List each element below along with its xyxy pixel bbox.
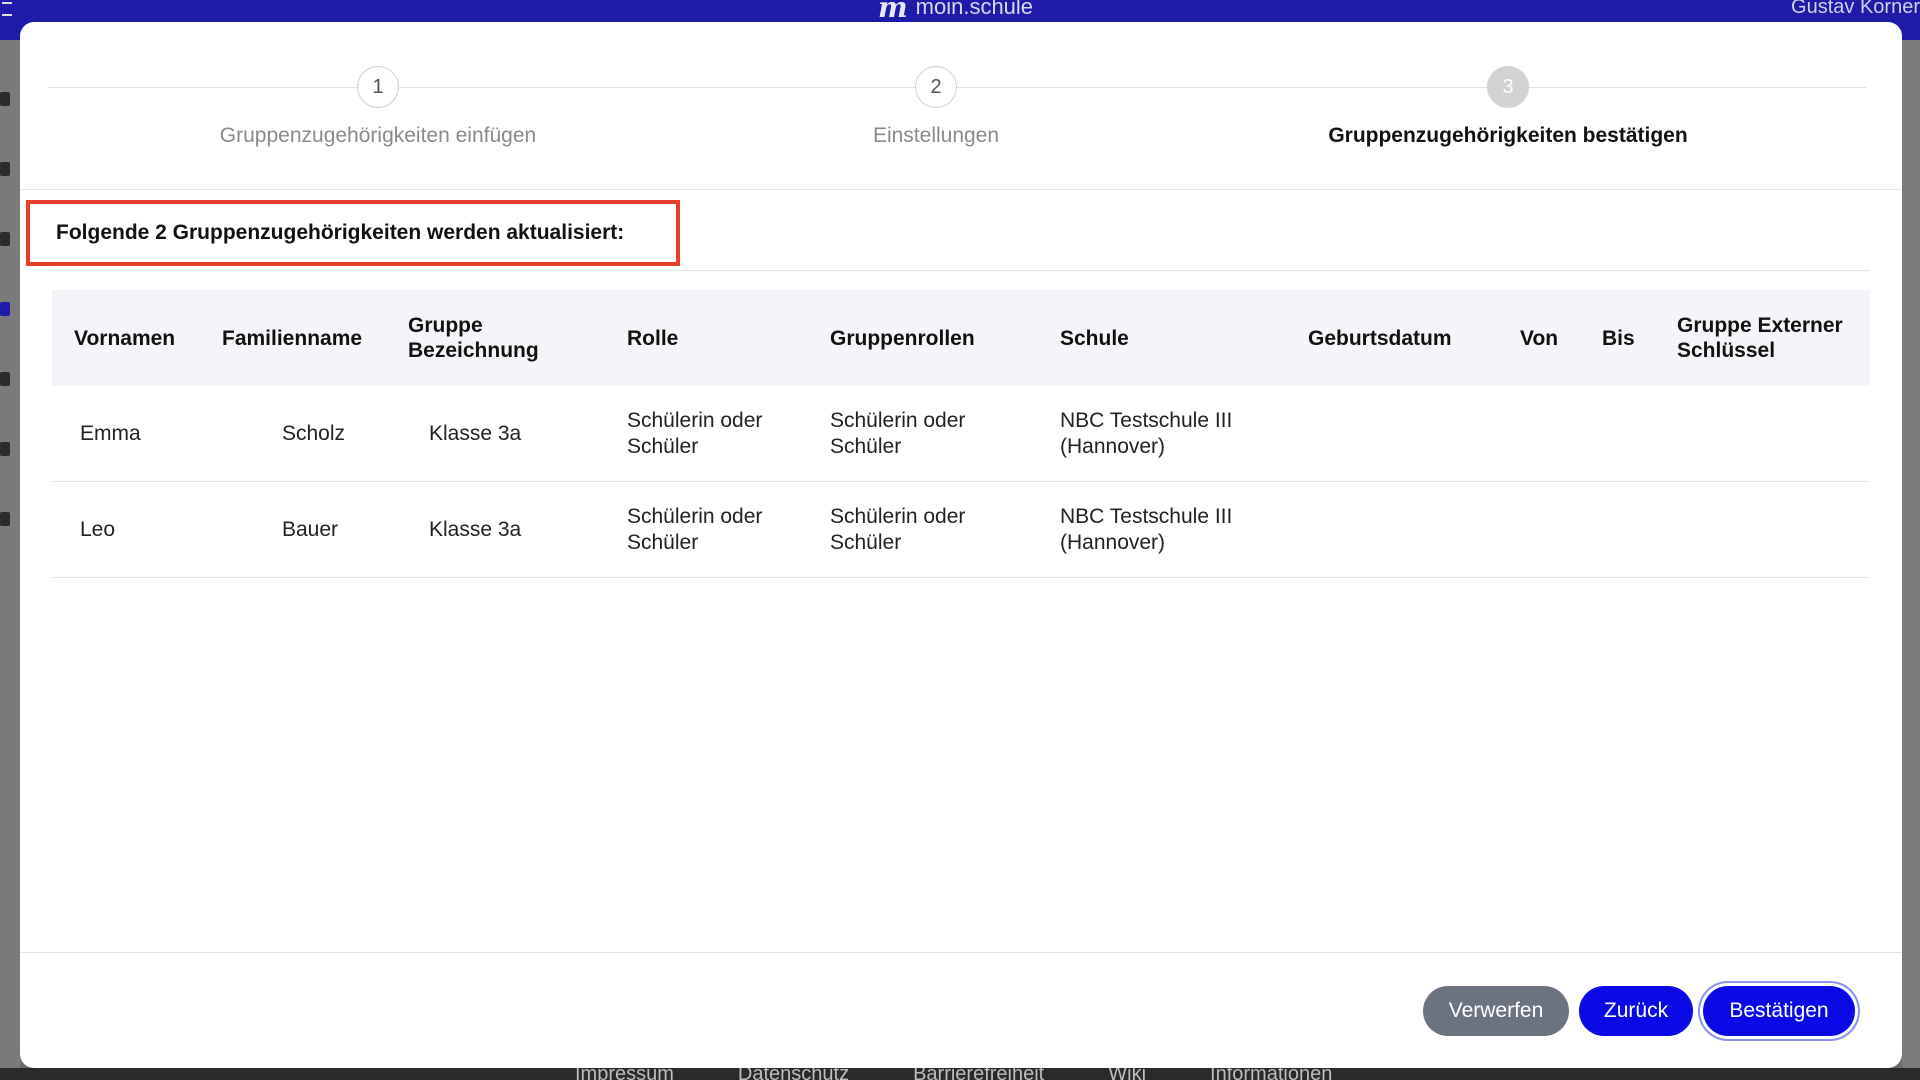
cell-rolle: Schülerin oder Schüler: [627, 505, 763, 554]
layers-icon[interactable]: [0, 442, 10, 456]
update-summary-heading: Folgende 2 Gruppenzugehörigkeiten werden…: [26, 200, 680, 266]
groups-icon[interactable]: [0, 302, 10, 316]
step-2-label: Einstellungen: [872, 124, 1000, 147]
table-row: Emma Scholz Klasse 3a Schülerin oder Sch…: [52, 386, 1870, 482]
home-icon[interactable]: [0, 92, 10, 106]
column-header-vornamen[interactable]: Vornamen: [74, 290, 214, 386]
user-name[interactable]: Gustav Korner: [1791, 0, 1920, 19]
column-header-familienname[interactable]: Familienname: [222, 290, 402, 386]
book-icon[interactable]: [0, 512, 10, 526]
logo-mark-icon: m: [878, 0, 908, 24]
step-1-label: Gruppenzugehörigkeiten einfügen: [219, 124, 537, 147]
confirm-button[interactable]: Bestätigen: [1703, 986, 1855, 1036]
cell-schule: NBC Testschule III (Hannover): [1060, 505, 1233, 554]
confirm-dialog: 1 Gruppenzugehörigkeiten einfügen 2 Eins…: [20, 22, 1902, 1068]
dialog-footer-divider: [20, 952, 1902, 953]
column-header-schule[interactable]: Schule: [1060, 290, 1220, 386]
cell-schule: NBC Testschule III (Hannover): [1060, 409, 1233, 458]
footer-link-informationen[interactable]: Informationen: [1210, 1067, 1332, 1080]
step-1: 1 Gruppenzugehörigkeiten einfügen: [98, 66, 658, 148]
memberships-table: Vornamen Familienname Gruppe Bezeichnung…: [52, 290, 1870, 578]
cell-rolle: Schülerin oder Schüler: [627, 409, 763, 458]
step-3-label: Gruppenzugehörigkeiten bestätigen: [1328, 124, 1688, 147]
footer-links: Impressum Datenschutz Barrierefreiheit W…: [575, 1067, 1332, 1080]
cell-gruppe: Klasse 3a: [429, 518, 522, 541]
cell-familienname: Bauer: [282, 518, 339, 541]
sidebar: [0, 40, 20, 1070]
step-1-number: 1: [357, 66, 399, 108]
column-header-rolle[interactable]: Rolle: [627, 290, 767, 386]
users-icon[interactable]: [0, 232, 10, 246]
column-header-externer-schluessel[interactable]: Gruppe Externer Schlüssel: [1677, 290, 1862, 386]
person-icon[interactable]: [0, 162, 10, 176]
cell-vorname: Leo: [80, 518, 116, 541]
step-2-number: 2: [915, 66, 957, 108]
table-header: Vornamen Familienname Gruppe Bezeichnung…: [52, 290, 1870, 386]
discard-button[interactable]: Verwerfen: [1423, 986, 1569, 1036]
step-3: 3 Gruppenzugehörigkeiten bestätigen: [1228, 66, 1788, 148]
stepper: 1 Gruppenzugehörigkeiten einfügen 2 Eins…: [20, 22, 1902, 190]
footer-link-datenschutz[interactable]: Datenschutz: [738, 1067, 849, 1080]
cell-gruppe: Klasse 3a: [429, 422, 522, 445]
page-footer: Impressum Datenschutz Barrierefreiheit W…: [0, 1067, 1920, 1080]
column-header-geburtsdatum[interactable]: Geburtsdatum: [1308, 290, 1478, 386]
cell-vorname: Emma: [80, 422, 141, 445]
cell-gruppenrollen: Schülerin oder Schüler: [830, 409, 966, 458]
column-header-gruppe-bezeichnung[interactable]: Gruppe Bezeichnung: [408, 290, 558, 386]
back-button[interactable]: Zurück: [1579, 986, 1693, 1036]
footer-link-impressum[interactable]: Impressum: [575, 1067, 674, 1080]
cell-gruppenrollen: Schülerin oder Schüler: [830, 505, 966, 554]
column-header-gruppenrollen[interactable]: Gruppenrollen: [830, 290, 1030, 386]
app-logo[interactable]: m moin.schule: [878, 0, 1034, 24]
logo-text: moin.schule: [915, 0, 1034, 19]
column-header-bis[interactable]: Bis: [1602, 290, 1652, 386]
page-background-edge: [1902, 40, 1920, 1068]
school-icon[interactable]: [0, 372, 10, 386]
cell-familienname: Scholz: [282, 422, 346, 445]
column-header-von[interactable]: Von: [1520, 290, 1580, 386]
footer-link-barrierefreiheit[interactable]: Barrierefreiheit: [913, 1067, 1044, 1080]
step-3-number: 3: [1487, 66, 1529, 108]
step-2: 2 Einstellungen: [656, 66, 1216, 148]
menu-icon[interactable]: [2, 2, 12, 16]
divider: [52, 270, 1870, 271]
footer-link-wiki[interactable]: Wiki: [1108, 1067, 1146, 1080]
table-row: Leo Bauer Klasse 3a Schülerin oder Schül…: [52, 482, 1870, 578]
